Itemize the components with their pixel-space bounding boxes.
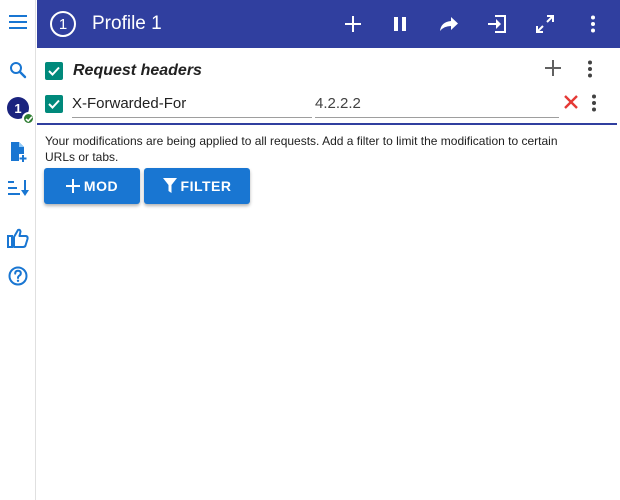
sidebar: 1 xyxy=(0,0,36,500)
sidebar-item-profile[interactable]: 1 xyxy=(0,90,36,126)
filter-button-label: FILTER xyxy=(180,178,232,194)
header-row-checkbox[interactable] xyxy=(45,95,63,113)
info-text: Your modifications are being applied to … xyxy=(45,134,558,164)
section-divider xyxy=(37,123,617,125)
sort-icon[interactable] xyxy=(0,170,36,206)
active-check-icon xyxy=(22,112,35,125)
menu-icon[interactable] xyxy=(0,4,36,40)
profile-title[interactable]: Profile 1 xyxy=(92,13,162,35)
sidebar-profile-number: 1 xyxy=(14,100,22,116)
pause-icon[interactable] xyxy=(388,12,412,36)
header-name-field[interactable]: X-Forwarded-For xyxy=(72,90,312,118)
section-title: Request headers xyxy=(73,62,202,79)
profile-icon: 1 xyxy=(7,97,35,125)
section-more-icon[interactable] xyxy=(587,60,593,83)
import-icon[interactable] xyxy=(485,12,509,36)
share-icon[interactable] xyxy=(437,12,461,36)
search-icon[interactable] xyxy=(0,52,36,88)
delete-icon[interactable] xyxy=(563,94,579,115)
expand-icon[interactable] xyxy=(533,12,557,36)
thumb-up-icon[interactable] xyxy=(0,220,36,256)
add-file-icon[interactable] xyxy=(0,134,36,170)
filter-icon xyxy=(162,178,177,193)
profile-number-badge[interactable]: 1 xyxy=(50,11,76,37)
mod-button-label: MOD xyxy=(83,178,119,194)
row-more-icon[interactable] xyxy=(591,94,597,117)
add-header-icon[interactable] xyxy=(545,60,561,81)
header-value-field[interactable]: 4.2.2.2 xyxy=(315,90,559,118)
section-checkbox[interactable] xyxy=(45,62,63,80)
help-icon[interactable] xyxy=(0,258,36,294)
add-mod-button[interactable]: MOD xyxy=(44,168,140,204)
add-filter-button[interactable]: FILTER xyxy=(144,168,250,204)
top-bar: 1 Profile 1 xyxy=(37,0,620,48)
plus-icon xyxy=(65,179,80,193)
add-icon[interactable] xyxy=(341,12,365,36)
more-icon[interactable] xyxy=(581,12,605,36)
